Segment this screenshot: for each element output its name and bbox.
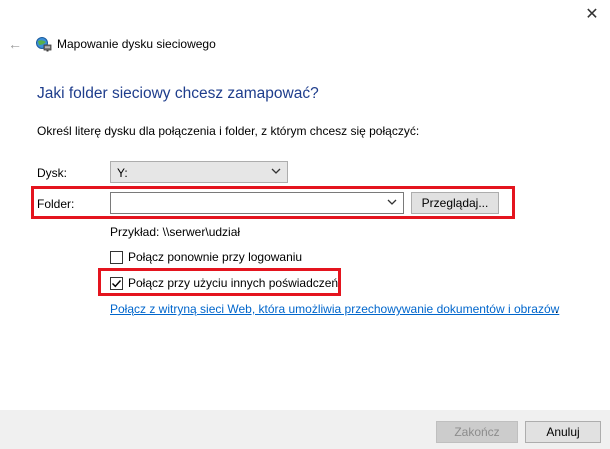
reconnect-at-signin-label[interactable]: Połącz ponownie przy logowaniu: [128, 250, 302, 264]
page-heading: Jaki folder sieciowy chcesz zamapować?: [37, 85, 319, 102]
folder-example-text: Przykład: \\serwer\udział: [110, 225, 241, 239]
folder-row-highlight: [31, 186, 515, 219]
dialog-title: Mapowanie dysku sieciowego: [57, 37, 216, 51]
finish-button[interactable]: Zakończ: [436, 421, 518, 443]
cancel-button[interactable]: Anuluj: [525, 421, 601, 443]
reconnect-at-signin-checkbox[interactable]: [110, 251, 123, 264]
close-button[interactable]: ✕: [578, 2, 606, 28]
close-icon: ✕: [585, 6, 599, 23]
footer-bar: [0, 410, 610, 449]
connect-website-link[interactable]: Połącz z witryną sieci Web, która umożli…: [110, 302, 559, 316]
link-period: .: [555, 302, 559, 316]
credentials-highlight: [98, 268, 341, 296]
network-drive-icon: [36, 36, 52, 52]
drive-letter-select[interactable]: Y:: [110, 161, 288, 183]
instruction-text: Określ literę dysku dla połączenia i fol…: [37, 124, 420, 138]
chevron-down-icon: [271, 165, 281, 180]
drive-letter-value: Y:: [117, 166, 128, 180]
drive-label: Dysk:: [37, 166, 67, 180]
back-arrow-icon: ←: [8, 36, 22, 52]
back-button[interactable]: ←: [8, 36, 24, 52]
